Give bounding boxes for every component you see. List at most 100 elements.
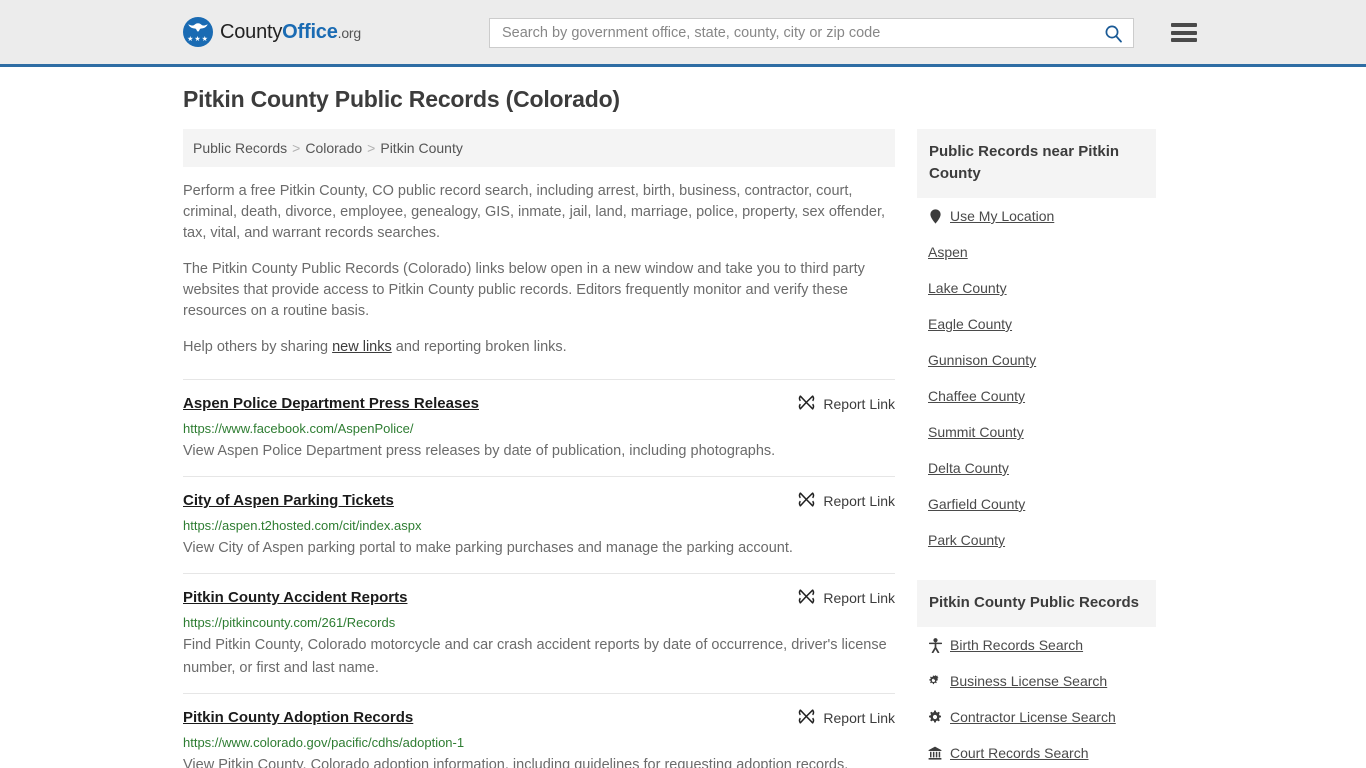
result-description: View Pitkin County, Colorado adoption in…	[183, 757, 849, 768]
sidebar-list-item: Garfield County	[917, 486, 1156, 522]
sidebar-list-item: Aspen	[917, 234, 1156, 270]
sidebar-list-item: Summit County	[917, 414, 1156, 450]
sidebar-link-label: Use My Location	[950, 208, 1055, 224]
search-bar[interactable]	[489, 18, 1134, 48]
sidebar-list-item: Lake County	[917, 270, 1156, 306]
sidebar-list-item: Eagle County	[917, 306, 1156, 342]
sidebar-link-label: Chaffee County	[928, 388, 1026, 404]
sidebar-link-label: Garfield County	[928, 496, 1026, 512]
search-input[interactable]	[490, 19, 1093, 47]
eagle-shield-logo-icon: ★★★	[183, 17, 213, 47]
result-header: Aspen Police Department Press Releases Re…	[183, 394, 895, 414]
report-link-label: Report Link	[823, 493, 895, 509]
map-pin-icon	[928, 208, 942, 224]
sidebar-link[interactable]: Eagle County	[917, 306, 1156, 342]
brand-tld: .org	[337, 24, 362, 41]
breadcrumb-item-pitkin-county[interactable]: Pitkin County	[380, 140, 462, 156]
result-url: https://pitkincounty.com/261/Records	[183, 615, 396, 630]
report-link-button[interactable]: Report Link	[798, 588, 895, 608]
result-item: Pitkin County Adoption Records Report Lin…	[183, 693, 895, 768]
breadcrumb-separator: >	[367, 140, 376, 156]
sidebar-link-label: Park County	[928, 532, 1006, 548]
broken-link-icon	[798, 708, 815, 728]
result-title-link[interactable]: Pitkin County Adoption Records	[183, 708, 413, 727]
sidebar-link[interactable]: Lake County	[917, 270, 1156, 306]
sidebar-link[interactable]: Summit County	[917, 414, 1156, 450]
result-title-link[interactable]: Pitkin County Accident Reports	[183, 588, 407, 607]
sidebar-list-item: Birth Records Search	[917, 627, 1156, 663]
sidebar-link-label: Contractor License Search	[950, 709, 1116, 725]
sidebar-link[interactable]: Gunnison County	[917, 342, 1156, 378]
sidebar-list-item: Contractor License Search	[917, 699, 1156, 735]
baby-icon	[928, 637, 942, 653]
result-header: Pitkin County Accident Reports Report Lin…	[183, 588, 895, 608]
sidebar-link[interactable]: Chaffee County	[917, 378, 1156, 414]
site-logo[interactable]: ★★★ CountyOffice.org	[183, 17, 361, 47]
sidebar-list-item: Delta County	[917, 450, 1156, 486]
sidebar-link-label: Aspen	[928, 244, 968, 260]
cog-icon	[928, 710, 942, 724]
page-title: Pitkin County Public Records (Colorado)	[183, 86, 620, 112]
cogs-icon	[928, 674, 942, 688]
sidebar-link-label: Court Records Search	[950, 745, 1089, 761]
report-link-label: Report Link	[823, 710, 895, 726]
sidebar-link[interactable]: Garfield County	[917, 486, 1156, 522]
breadcrumb-item-colorado[interactable]: Colorado	[305, 140, 362, 156]
breadcrumb: Public Records > Colorado > Pitkin County	[183, 129, 895, 167]
result-url: https://www.colorado.gov/pacific/cdhs/ad…	[183, 735, 465, 750]
sidebar-link-label: Delta County	[928, 460, 1009, 476]
sidebar-list-item: Court Records Search	[917, 735, 1156, 768]
sidebar-link[interactable]: Contractor License Search	[917, 699, 1156, 735]
search-button[interactable]	[1093, 19, 1133, 47]
sidebar: Public Records near Pitkin County Use My…	[917, 129, 1156, 768]
sidebar-link[interactable]: Court Records Search	[917, 735, 1156, 768]
hamburger-bar	[1171, 23, 1197, 27]
sidebar-link[interactable]: Use My Location	[917, 198, 1156, 234]
help-paragraph: Help others by sharing new links and rep…	[183, 337, 895, 358]
site-header: ★★★ CountyOffice.org	[0, 0, 1366, 67]
breadcrumb-separator: >	[292, 140, 301, 156]
sidebar-list-item: Use My Location	[917, 198, 1156, 234]
new-links-link[interactable]: new links	[332, 339, 392, 355]
sidebar-list-item: Park County	[917, 522, 1156, 558]
sidebar-link[interactable]: Business License Search	[917, 663, 1156, 699]
sidebar-nearby-title: Public Records near Pitkin County	[917, 129, 1156, 198]
courthouse-icon	[928, 746, 942, 760]
hamburger-bar	[1171, 38, 1197, 42]
sidebar-link[interactable]: Aspen	[917, 234, 1156, 270]
help-suffix: and reporting broken links.	[391, 339, 567, 355]
result-description: View Aspen Police Department press relea…	[183, 443, 776, 459]
breadcrumb-item-public-records[interactable]: Public Records	[193, 140, 287, 156]
sidebar-list-item: Chaffee County	[917, 378, 1156, 414]
sidebar-link[interactable]: Birth Records Search	[917, 627, 1156, 663]
intro-section: Perform a free Pitkin County, CO public …	[183, 181, 895, 358]
search-icon	[1105, 25, 1122, 43]
hamburger-menu-icon[interactable]	[1171, 20, 1197, 45]
sidebar-link[interactable]: Delta County	[917, 450, 1156, 486]
report-link-button[interactable]: Report Link	[798, 394, 895, 414]
result-header: City of Aspen Parking Tickets Report Link	[183, 491, 895, 511]
main-column: Public Records > Colorado > Pitkin County Pe…	[183, 129, 895, 768]
report-link-button[interactable]: Report Link	[798, 491, 895, 511]
result-item: Aspen Police Department Press Releases Re…	[183, 379, 895, 476]
sidebar-link[interactable]: Park County	[917, 522, 1156, 558]
brand-part1: County	[220, 20, 283, 43]
result-url: https://www.facebook.com/AspenPolice/	[183, 421, 414, 436]
sidebar-link-label: Business License Search	[950, 673, 1108, 689]
report-link-button[interactable]: Report Link	[798, 708, 895, 728]
broken-link-icon	[798, 588, 815, 608]
page-container: Pitkin County Public Records (Colorado) …	[183, 67, 1183, 768]
result-description: View City of Aspen parking portal to mak…	[183, 540, 793, 556]
sidebar-link-label: Lake County	[928, 280, 1007, 296]
sidebar-link-label: Eagle County	[928, 316, 1013, 332]
help-prefix: Help others by sharing	[183, 339, 333, 355]
result-item: Pitkin County Accident Reports Report Lin…	[183, 573, 895, 693]
result-description: Find Pitkin County, Colorado motorcycle …	[183, 637, 887, 676]
broken-link-icon	[798, 394, 815, 414]
stars-icon: ★★★	[187, 36, 209, 43]
result-header: Pitkin County Adoption Records Report Lin…	[183, 708, 895, 728]
result-item: City of Aspen Parking Tickets Report Link…	[183, 476, 895, 573]
result-title-link[interactable]: City of Aspen Parking Tickets	[183, 491, 394, 510]
result-title-link[interactable]: Aspen Police Department Press Releases	[183, 394, 479, 413]
broken-link-icon	[798, 491, 815, 511]
